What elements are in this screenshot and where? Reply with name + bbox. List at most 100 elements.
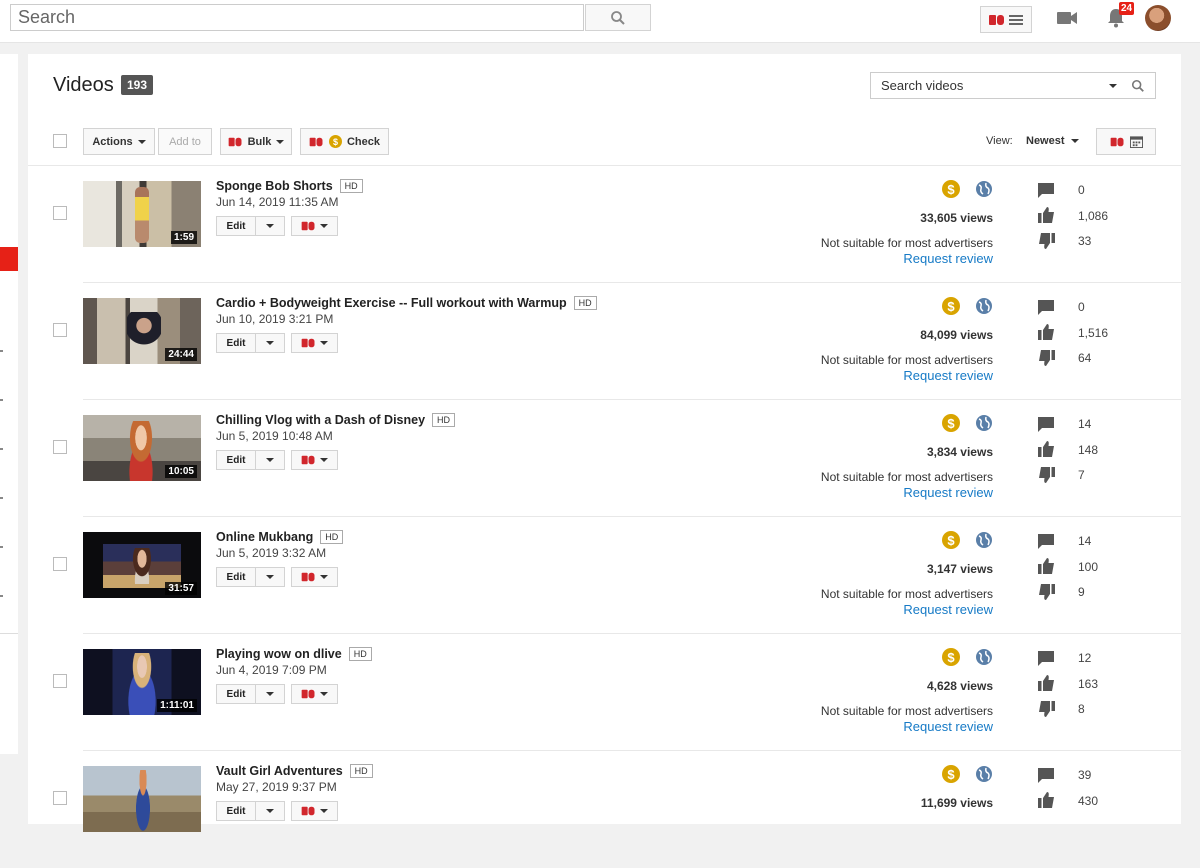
select-all-checkbox[interactable]: [53, 134, 67, 148]
video-checkbox[interactable]: [53, 791, 67, 805]
sidebar-item-marker[interactable]: [0, 399, 3, 401]
globe-icon[interactable]: [975, 414, 993, 432]
video-title[interactable]: Sponge Bob Shorts HD: [216, 179, 363, 193]
extension-logo-icon: [989, 14, 1004, 25]
video-camera-icon: [1057, 12, 1077, 24]
dislike-count: 64: [1078, 351, 1092, 365]
video-thumbnail[interactable]: 24:44: [83, 298, 201, 364]
upload-video-button[interactable]: [1056, 7, 1078, 29]
extension-logo-icon: [301, 338, 315, 348]
chevron-down-icon[interactable]: [1109, 83, 1117, 88]
view-count: 3,834 views: [926, 445, 993, 459]
extension-dropdown-button[interactable]: [291, 450, 338, 470]
hamburger-icon: [1009, 14, 1023, 25]
monetization-dollar-icon[interactable]: $: [942, 648, 960, 666]
monetization-dollar-icon[interactable]: $: [942, 297, 960, 315]
search-box[interactable]: [10, 4, 584, 31]
video-thumbnail[interactable]: [83, 766, 201, 832]
video-row: 1:59 Sponge Bob Shorts HD Jun 14, 2019 11…: [28, 166, 1181, 283]
check-button[interactable]: $ Check: [300, 128, 389, 155]
edit-button[interactable]: Edit: [216, 801, 256, 821]
extension-logo-icon: [228, 137, 242, 146]
edit-button[interactable]: Edit: [216, 567, 256, 587]
add-to-button[interactable]: Add to: [158, 128, 212, 155]
sidebar-item-marker[interactable]: [0, 497, 3, 499]
video-checkbox[interactable]: [53, 206, 67, 220]
actions-label: Actions: [92, 135, 133, 148]
video-title[interactable]: Chilling Vlog with a Dash of Disney HD: [216, 413, 456, 427]
monetization-dollar-icon[interactable]: $: [942, 180, 960, 198]
dislike-count: 33: [1078, 234, 1092, 248]
globe-icon[interactable]: [975, 765, 993, 783]
monetization-dollar-icon[interactable]: $: [942, 765, 960, 783]
view-count: 3,147 views: [926, 562, 993, 576]
search-button[interactable]: [585, 4, 651, 31]
edit-button[interactable]: Edit: [216, 333, 256, 353]
notification-badge: 24: [1119, 2, 1135, 15]
calendar-button[interactable]: [1096, 128, 1156, 155]
dislike-count: 8: [1078, 702, 1085, 716]
video-checkbox[interactable]: [53, 323, 67, 337]
video-thumbnail[interactable]: 31:57: [83, 532, 201, 598]
hd-badge: HD: [348, 647, 372, 661]
sort-dropdown[interactable]: Newest: [1026, 135, 1079, 147]
video-thumbnail[interactable]: 1:11:01: [83, 649, 201, 715]
search-input[interactable]: [11, 5, 583, 30]
extension-menu-button[interactable]: [980, 6, 1032, 33]
edit-dropdown-button[interactable]: [256, 450, 285, 470]
monetization-dollar-icon[interactable]: $: [942, 414, 960, 432]
globe-icon[interactable]: [975, 180, 993, 198]
search-videos-box[interactable]: [870, 72, 1156, 99]
edit-dropdown-button[interactable]: [256, 801, 285, 821]
search-videos-input[interactable]: [871, 73, 1109, 98]
globe-icon[interactable]: [975, 648, 993, 666]
extension-dropdown-button[interactable]: [291, 567, 338, 587]
sidebar-item-marker[interactable]: [0, 350, 3, 352]
video-checkbox[interactable]: [53, 674, 67, 688]
extension-dropdown-button[interactable]: [291, 801, 338, 821]
like-count: 430: [1078, 794, 1099, 808]
avatar[interactable]: [1145, 5, 1171, 31]
video-checkbox[interactable]: [53, 557, 67, 571]
globe-icon[interactable]: [975, 297, 993, 315]
hd-badge: HD: [320, 530, 344, 544]
sidebar-item-marker[interactable]: [0, 595, 3, 597]
request-review-link[interactable]: Request review: [903, 719, 993, 734]
sidebar-item-marker[interactable]: [0, 448, 3, 450]
video-checkbox[interactable]: [53, 440, 67, 454]
bulk-button[interactable]: Bulk: [220, 128, 292, 155]
search-icon[interactable]: [1131, 79, 1145, 93]
request-review-link[interactable]: Request review: [903, 485, 993, 500]
globe-icon[interactable]: [975, 531, 993, 549]
comment-icon: [1036, 649, 1056, 667]
edit-button[interactable]: Edit: [216, 684, 256, 704]
hd-badge: HD: [573, 296, 597, 310]
video-title[interactable]: Online Mukbang HD: [216, 530, 344, 544]
edit-button[interactable]: Edit: [216, 216, 256, 236]
sidebar-item-videos-active[interactable]: [0, 247, 18, 271]
edit-dropdown-button[interactable]: [256, 684, 285, 704]
video-thumbnail[interactable]: 1:59: [83, 181, 201, 247]
extension-dropdown-button[interactable]: [291, 333, 338, 353]
thumbs-up-icon: [1036, 557, 1056, 575]
extension-dropdown-button[interactable]: [291, 216, 338, 236]
request-review-link[interactable]: Request review: [903, 602, 993, 617]
edit-button[interactable]: Edit: [216, 450, 256, 470]
request-review-link[interactable]: Request review: [903, 368, 993, 383]
like-count: 163: [1078, 677, 1099, 691]
extension-dropdown-button[interactable]: [291, 684, 338, 704]
sidebar-item-marker[interactable]: [0, 546, 3, 548]
video-title[interactable]: Vault Girl Adventures HD: [216, 764, 373, 778]
edit-dropdown-button[interactable]: [256, 567, 285, 587]
video-title[interactable]: Cardio + Bodyweight Exercise -- Full wor…: [216, 296, 597, 310]
video-title[interactable]: Playing wow on dlive HD: [216, 647, 372, 661]
video-thumbnail[interactable]: 10:05: [83, 415, 201, 481]
monetization-dollar-icon[interactable]: $: [942, 531, 960, 549]
actions-button[interactable]: Actions: [83, 128, 155, 155]
view-count: 11,699 views: [920, 796, 993, 810]
edit-dropdown-button[interactable]: [256, 216, 285, 236]
video-title-text: Sponge Bob Shorts: [216, 179, 333, 193]
view-label: View:: [986, 135, 1013, 147]
request-review-link[interactable]: Request review: [903, 251, 993, 266]
edit-dropdown-button[interactable]: [256, 333, 285, 353]
